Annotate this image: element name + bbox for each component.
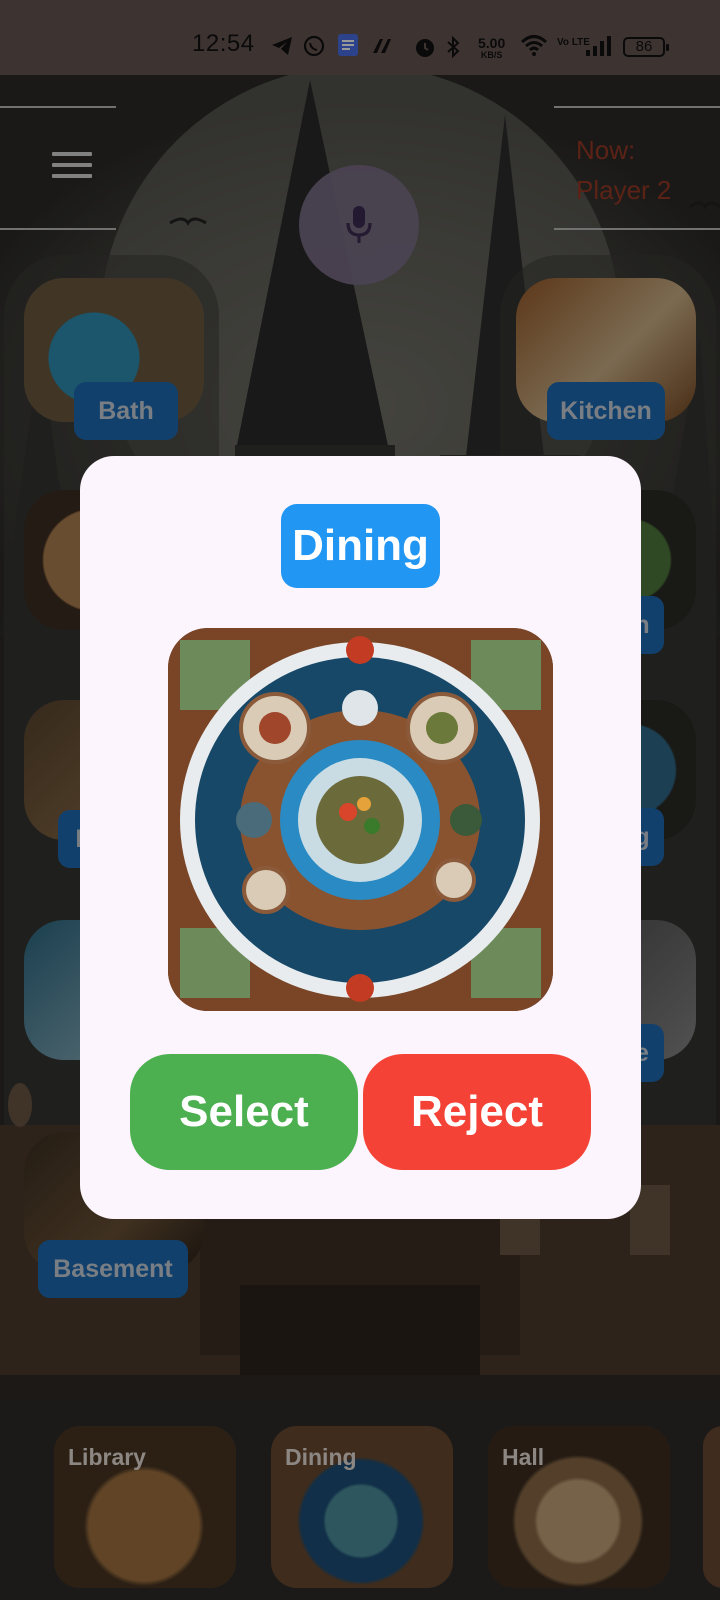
select-button[interactable]: Select [130, 1054, 358, 1170]
reject-button[interactable]: Reject [363, 1054, 591, 1170]
dining-room-image [168, 628, 553, 1011]
dialog-title: Dining [281, 504, 440, 588]
room-choice-dialog: Dining Select Reject [80, 456, 641, 1219]
